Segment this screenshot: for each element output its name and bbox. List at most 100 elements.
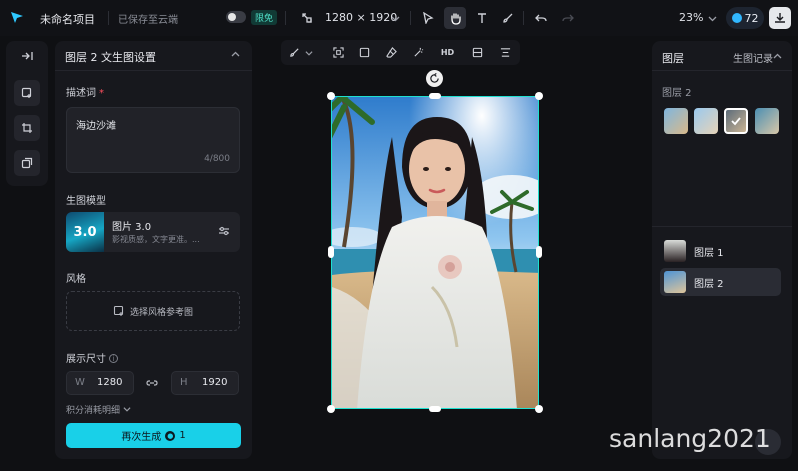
prompt-input[interactable]: 海边沙滩 4/800 bbox=[66, 107, 240, 173]
download-icon bbox=[775, 13, 785, 23]
collapse-chevron-up-icon[interactable] bbox=[768, 47, 786, 65]
rotate-icon bbox=[430, 73, 439, 83]
layer-row-1[interactable]: 图层 1 bbox=[660, 237, 781, 265]
info-icon[interactable]: i bbox=[109, 354, 118, 363]
frame-icon[interactable] bbox=[357, 45, 372, 60]
link-ratio-icon[interactable] bbox=[146, 377, 158, 392]
erase-brush-icon[interactable] bbox=[287, 45, 302, 60]
check-icon bbox=[731, 117, 741, 126]
model-name: 图片 3.0 bbox=[112, 222, 152, 233]
chevron-down-icon[interactable] bbox=[301, 45, 316, 60]
prompt-label: 描述词 * bbox=[66, 84, 104, 99]
points-detail-text: 积分消耗明细 bbox=[66, 406, 121, 416]
zoom-level[interactable]: 23% bbox=[679, 11, 703, 24]
width-value: 1280 bbox=[97, 377, 123, 388]
collapse-chevron-up-icon[interactable] bbox=[231, 50, 240, 62]
add-image-icon bbox=[21, 87, 32, 98]
beach-portrait-image bbox=[332, 97, 538, 408]
text-tool-icon[interactable] bbox=[473, 9, 491, 27]
layers-stack-icon bbox=[21, 157, 33, 169]
regenerate-button[interactable]: 再次生成 ● 1 bbox=[66, 423, 241, 448]
layer-name: 图层 1 bbox=[694, 248, 724, 259]
model-label: 生图模型 bbox=[66, 196, 106, 207]
collapse-panel-icon[interactable] bbox=[18, 47, 36, 65]
divider bbox=[652, 70, 792, 71]
divider bbox=[652, 226, 792, 227]
generated-image[interactable] bbox=[331, 96, 539, 409]
divider bbox=[523, 11, 524, 25]
generation-settings-panel: 图层 2 文生图设置 描述词 * 海边沙滩 4/800 生图模型 3.0 图片 3… bbox=[55, 41, 252, 459]
crop-icon bbox=[22, 123, 32, 133]
layers-panel: 图层 生图记录 图层 2 图层 1 图层 2 bbox=[652, 41, 792, 459]
eraser-icon[interactable] bbox=[384, 45, 399, 60]
select-cursor-icon[interactable] bbox=[419, 9, 437, 27]
hd-upscale-button[interactable]: HD bbox=[440, 45, 455, 60]
regenerate-label: 再次生成 bbox=[121, 432, 162, 443]
resize-handle-top-left[interactable] bbox=[327, 92, 335, 100]
resize-handle-top-right[interactable] bbox=[535, 92, 543, 100]
brush-tool-icon[interactable] bbox=[499, 9, 517, 27]
project-name[interactable]: 未命名项目 bbox=[40, 11, 95, 27]
resize-icon[interactable] bbox=[298, 9, 316, 27]
hand-tool-icon[interactable] bbox=[444, 7, 466, 29]
model-selector[interactable]: 3.0 图片 3.0 影视质感，文字更准。... bbox=[66, 212, 240, 252]
resize-handle-bottom-left[interactable] bbox=[327, 405, 335, 413]
resize-handle-left[interactable] bbox=[328, 246, 334, 258]
watermark-text: sanlang2021 bbox=[609, 424, 771, 453]
app-logo-icon[interactable] bbox=[10, 10, 24, 24]
top-bar: 未命名项目 已保存至云端 限免 1280 × 1920 23% 72 bbox=[0, 0, 798, 36]
add-image-icon bbox=[113, 305, 124, 316]
align-icon[interactable] bbox=[498, 45, 513, 60]
height-value: 1920 bbox=[202, 377, 228, 388]
size-label-text: 展示尺寸 bbox=[66, 354, 106, 365]
credit-coin-icon bbox=[731, 13, 742, 23]
expand-image-icon[interactable] bbox=[331, 45, 346, 60]
left-tool-rail bbox=[6, 41, 48, 186]
history-thumbnail[interactable] bbox=[755, 108, 779, 134]
resize-handle-bottom[interactable] bbox=[429, 406, 441, 412]
resize-handle-top[interactable] bbox=[429, 93, 441, 99]
style-reference-select[interactable]: 选择风格参考图 bbox=[66, 291, 240, 331]
magic-wand-icon[interactable] bbox=[411, 45, 426, 60]
required-mark: * bbox=[99, 88, 104, 99]
chevron-down-icon bbox=[123, 407, 131, 412]
layer-group-label: 图层 2 bbox=[662, 88, 692, 99]
add-image-button[interactable] bbox=[14, 80, 40, 106]
adjust-sliders-icon[interactable] bbox=[218, 225, 230, 240]
credits-balance[interactable]: 72 bbox=[726, 7, 764, 29]
layers-tab[interactable]: 图层 bbox=[662, 50, 684, 66]
credit-coin-icon: ● bbox=[165, 430, 176, 441]
points-detail-toggle[interactable]: 积分消耗明细 bbox=[66, 403, 131, 416]
redo-icon[interactable] bbox=[559, 9, 577, 27]
prompt-label-text: 描述词 bbox=[66, 88, 96, 99]
undo-icon[interactable] bbox=[532, 9, 550, 27]
divider bbox=[410, 11, 411, 25]
chevron-down-icon[interactable] bbox=[386, 9, 404, 27]
crop-button[interactable] bbox=[14, 115, 40, 141]
rotate-button[interactable] bbox=[426, 70, 443, 87]
height-input[interactable]: H 1920 bbox=[171, 371, 239, 395]
limit-badge: 限免 bbox=[251, 10, 278, 25]
split-layers-icon[interactable] bbox=[470, 45, 485, 60]
canvas-toolbar: HD bbox=[281, 40, 520, 65]
regenerate-cost: 1 bbox=[179, 430, 186, 441]
size-label: 展示尺寸 i bbox=[66, 350, 118, 365]
layer-row-2[interactable]: 图层 2 bbox=[660, 268, 781, 296]
model-thumbnail: 3.0 bbox=[66, 212, 104, 252]
layers-button[interactable] bbox=[14, 150, 40, 176]
download-button[interactable] bbox=[769, 7, 791, 29]
limit-toggle[interactable] bbox=[226, 11, 246, 23]
resize-handle-bottom-right[interactable] bbox=[535, 405, 543, 413]
style-label: 风格 bbox=[66, 274, 86, 285]
history-thumbnail[interactable] bbox=[664, 108, 688, 134]
history-thumbnail-selected[interactable] bbox=[724, 108, 748, 134]
zoom-chevron-down-icon[interactable] bbox=[703, 9, 721, 27]
save-status: 已保存至云端 bbox=[118, 15, 178, 26]
divider bbox=[55, 70, 252, 71]
width-input[interactable]: W 1280 bbox=[66, 371, 134, 395]
prompt-text: 海边沙滩 bbox=[76, 121, 116, 132]
divider bbox=[108, 11, 109, 25]
generation-history-tab[interactable]: 生图记录 bbox=[733, 50, 773, 65]
history-thumbnail[interactable] bbox=[694, 108, 718, 134]
resize-handle-right[interactable] bbox=[536, 246, 542, 258]
